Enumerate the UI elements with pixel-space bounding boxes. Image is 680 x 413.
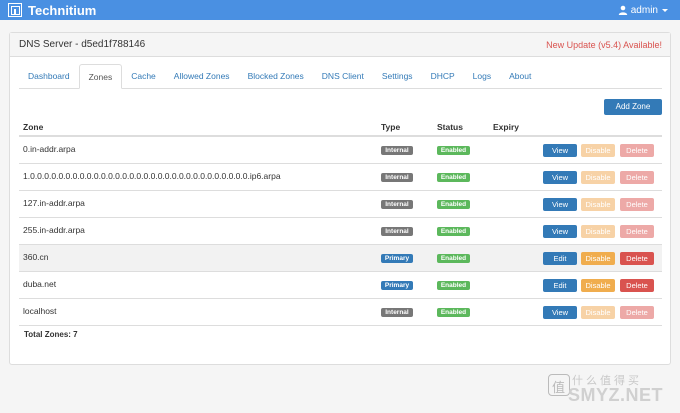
column-header-expiry: Expiry — [493, 122, 519, 132]
zone-name: 0.in-addr.arpa — [23, 144, 76, 154]
disable-button[interactable]: Disable — [581, 279, 615, 292]
tab-dhcp[interactable]: DHCP — [422, 64, 464, 88]
view-button[interactable]: View — [543, 306, 577, 319]
add-zone-button[interactable]: Add Zone — [604, 99, 662, 115]
column-header-zone: Zone — [23, 122, 44, 132]
tab-logs[interactable]: Logs — [464, 64, 500, 88]
watermark-logo-icon — [548, 374, 570, 396]
status-badge: Enabled — [437, 308, 470, 317]
disable-button[interactable]: Disable — [581, 225, 615, 238]
type-badge: Internal — [381, 227, 413, 236]
status-badge: Enabled — [437, 173, 470, 182]
user-name: admin — [630, 4, 658, 16]
panel-title: DNS Server - d5ed1f788146 — [19, 39, 146, 50]
zone-name: 127.in-addr.arpa — [23, 198, 85, 208]
delete-button[interactable]: Delete — [620, 252, 654, 265]
dns-server-panel: DNS Server - d5ed1f788146 New Update (v5… — [9, 32, 671, 365]
status-badge: Enabled — [437, 200, 470, 209]
type-badge: Internal — [381, 173, 413, 182]
status-badge: Enabled — [437, 146, 470, 155]
user-icon — [618, 5, 627, 15]
edit-button[interactable]: Edit — [543, 279, 577, 292]
delete-button[interactable]: Delete — [620, 198, 654, 211]
tab-dns-client[interactable]: DNS Client — [313, 64, 373, 88]
tab-allowed-zones[interactable]: Allowed Zones — [165, 64, 239, 88]
type-badge: Internal — [381, 308, 413, 317]
delete-button[interactable]: Delete — [620, 144, 654, 157]
table-row: 0.in-addr.arpa Internal Enabled View Dis… — [19, 137, 662, 164]
disable-button[interactable]: Disable — [581, 252, 615, 265]
zone-name: duba.net — [23, 279, 57, 289]
top-navbar: Technitium admin — [0, 0, 680, 20]
zone-name: 360.cn — [23, 252, 49, 262]
tab-blocked-zones[interactable]: Blocked Zones — [239, 64, 313, 88]
view-button[interactable]: View — [543, 225, 577, 238]
table-row: 255.in-addr.arpa Internal Enabled View D… — [19, 218, 662, 245]
disable-button[interactable]: Disable — [581, 171, 615, 184]
zones-table-header: Zone Type Status Expiry — [19, 120, 662, 137]
delete-button[interactable]: Delete — [620, 306, 654, 319]
zone-name: localhost — [23, 306, 57, 316]
table-row: 127.in-addr.arpa Internal Enabled View D… — [19, 191, 662, 218]
brand[interactable]: Technitium — [8, 3, 96, 18]
view-button[interactable]: View — [543, 198, 577, 211]
brand-name: Technitium — [28, 2, 97, 18]
tab-about[interactable]: About — [500, 64, 540, 88]
table-row: 360.cn Primary Enabled Edit Disable Dele… — [19, 245, 662, 272]
watermark: 什么值得买 SMYZ.NET — [544, 371, 676, 407]
status-badge: Enabled — [437, 281, 470, 290]
update-notice-link[interactable]: New Update (v5.4) Available! — [546, 40, 662, 50]
disable-button[interactable]: Disable — [581, 306, 615, 319]
zone-name: 255.in-addr.arpa — [23, 225, 85, 235]
edit-button[interactable]: Edit — [543, 252, 577, 265]
status-badge: Enabled — [437, 227, 470, 236]
caret-down-icon — [662, 8, 668, 12]
watermark-domain: SMYZ.NET — [568, 385, 664, 405]
user-menu[interactable]: admin — [618, 0, 668, 20]
tab-zones[interactable]: Zones — [78, 64, 123, 89]
tab-settings[interactable]: Settings — [373, 64, 422, 88]
delete-button[interactable]: Delete — [620, 171, 654, 184]
tab-cache[interactable]: Cache — [122, 64, 165, 88]
type-badge: Primary — [381, 281, 413, 290]
delete-button[interactable]: Delete — [620, 225, 654, 238]
type-badge: Internal — [381, 146, 413, 155]
disable-button[interactable]: Disable — [581, 198, 615, 211]
disable-button[interactable]: Disable — [581, 144, 615, 157]
type-badge: Internal — [381, 200, 413, 209]
view-button[interactable]: View — [543, 144, 577, 157]
main-tabs: Dashboard Zones Cache Allowed Zones Bloc… — [19, 64, 662, 89]
column-header-type: Type — [381, 122, 401, 132]
table-row: 1.0.0.0.0.0.0.0.0.0.0.0.0.0.0.0.0.0.0.0.… — [19, 164, 662, 191]
type-badge: Primary — [381, 254, 413, 263]
status-badge: Enabled — [437, 254, 470, 263]
logo-icon — [8, 3, 22, 17]
panel-heading: DNS Server - d5ed1f788146 New Update (v5… — [10, 33, 670, 57]
table-row: localhost Internal Enabled View Disable … — [19, 299, 662, 326]
delete-button[interactable]: Delete — [620, 279, 654, 292]
tab-dashboard[interactable]: Dashboard — [19, 64, 79, 88]
zone-name: 1.0.0.0.0.0.0.0.0.0.0.0.0.0.0.0.0.0.0.0.… — [23, 171, 281, 181]
view-button[interactable]: View — [543, 171, 577, 184]
total-zones-count: Total Zones: 7 — [24, 330, 78, 339]
column-header-status: Status — [437, 122, 463, 132]
table-row: duba.net Primary Enabled Edit Disable De… — [19, 272, 662, 299]
